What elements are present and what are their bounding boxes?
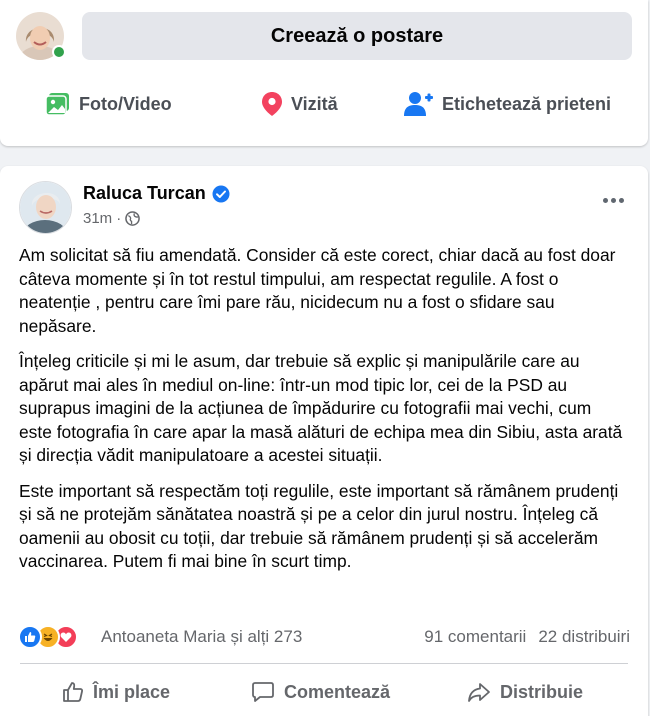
online-status-indicator [52, 45, 66, 59]
create-post-card: Creează o postare Foto/Video Vizită Etic… [0, 0, 648, 146]
engagement-counts: 91 comentarii 22 distribuiri [424, 627, 630, 647]
photo-video-icon [45, 93, 69, 116]
like-button[interactable]: Îmi place [62, 674, 170, 710]
thumbs-up-icon [63, 682, 83, 702]
post-card: Raluca Turcan 31m · Am solicitat să fiu … [0, 166, 648, 716]
author-avatar[interactable] [19, 181, 72, 234]
photo-video-button[interactable]: Foto/Video [45, 84, 172, 124]
tag-friends-button[interactable]: Etichetează prieteni [404, 84, 611, 124]
post-paragraph: Am solicitat să fiu amendată. Consider c… [19, 245, 616, 336]
location-pin-icon [262, 92, 282, 116]
post-options-button[interactable] [598, 190, 628, 210]
share-button[interactable]: Distribuie [467, 674, 583, 710]
post-text: Am solicitat să fiu amendată. Consider c… [19, 244, 627, 586]
author-name[interactable]: Raluca Turcan [83, 183, 206, 204]
reaction-icons[interactable] [18, 624, 93, 650]
comment-button[interactable]: Comentează [251, 674, 390, 710]
post-paragraph: Înțeleg criticile și mi le asum, dar tre… [19, 351, 623, 465]
meta-separator: · [116, 210, 122, 227]
shares-count[interactable]: 22 distribuiri [538, 627, 630, 647]
like-label: Îmi place [93, 681, 171, 702]
comment-label: Comentează [284, 681, 391, 702]
tag-friends-label: Etichetează prieteni [442, 93, 612, 114]
create-post-button[interactable]: Creează o postare [82, 12, 632, 60]
post-actions: Îmi place Comentează Distribuie [0, 674, 648, 710]
more-dot-icon [610, 197, 616, 203]
comment-icon [252, 682, 274, 702]
like-reaction-icon [18, 625, 42, 649]
photo-video-label: Foto/Video [79, 93, 172, 114]
reaction-names[interactable]: Antoaneta Maria și alți 273 [101, 627, 302, 647]
more-dot-icon [602, 197, 608, 203]
verified-badge-icon [212, 185, 230, 202]
post-time[interactable]: 31m [83, 210, 112, 227]
globe-icon[interactable] [125, 211, 140, 226]
post-meta: 31m · [83, 210, 140, 227]
check-in-button[interactable]: Vizită [261, 84, 338, 124]
share-label: Distribuie [500, 681, 584, 702]
post-author: Raluca Turcan [83, 183, 230, 204]
post-paragraph: Este important să respectăm toți regulil… [19, 480, 619, 572]
author-avatar-image [20, 182, 71, 233]
check-in-label: Vizită [291, 93, 338, 114]
reactions-bar: Antoaneta Maria și alți 273 91 comentari… [18, 624, 630, 650]
comments-count[interactable]: 91 comentarii [424, 627, 526, 647]
more-dot-icon [618, 197, 624, 203]
composer-actions: Foto/Video Vizită Etichetează prieteni [0, 84, 648, 124]
share-icon [468, 683, 490, 702]
actions-divider [20, 663, 628, 664]
tag-friends-icon [404, 92, 433, 116]
